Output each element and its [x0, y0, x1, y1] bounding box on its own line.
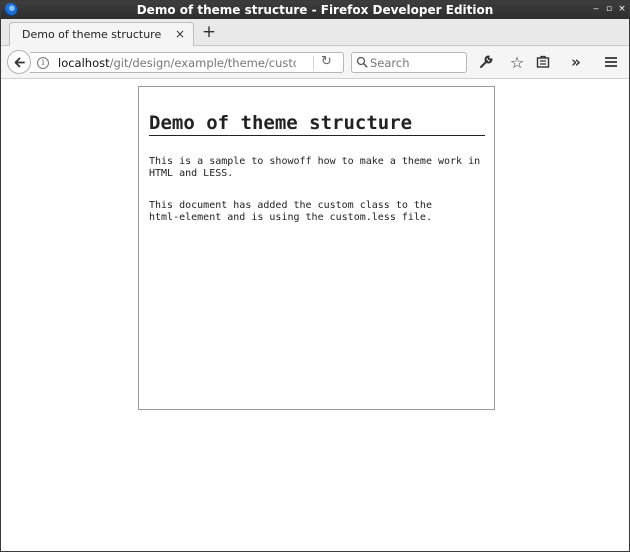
window-title: Demo of theme structure - Firefox Develo…	[136, 3, 494, 17]
maximize-button[interactable]: ▫	[604, 4, 614, 14]
document-container: Demo of theme structure This is a sample…	[138, 86, 495, 410]
back-button[interactable]	[7, 50, 31, 74]
search-bar[interactable]	[351, 52, 467, 73]
search-input[interactable]	[370, 55, 462, 70]
urlbar-separator	[313, 56, 314, 70]
page-heading: Demo of theme structure	[149, 111, 485, 136]
back-arrow-icon	[14, 57, 25, 68]
url-text[interactable]: localhost/git/design/example/theme/custo…	[58, 56, 296, 70]
info-icon[interactable]: i	[37, 57, 49, 69]
navigation-toolbar: i localhost/git/design/example/theme/cus…	[1, 46, 629, 79]
tab-label: Demo of theme structure	[22, 28, 162, 41]
url-path: /git/design/example/theme/custom	[109, 56, 296, 70]
overflow-chevron-icon[interactable]: »	[567, 54, 585, 72]
new-tab-button[interactable]: +	[200, 22, 218, 42]
tab-close-icon[interactable]: ×	[175, 27, 185, 41]
tab-active[interactable]: Demo of theme structure ×	[9, 22, 194, 47]
browser-window: Demo of theme structure - Firefox Develo…	[0, 0, 630, 552]
search-icon	[356, 56, 368, 68]
intro-paragraph: This is a sample to showoff how to make …	[149, 156, 481, 179]
wrench-icon[interactable]	[477, 54, 495, 72]
page-content: Demo of theme structure This is a sample…	[1, 79, 629, 551]
bookmark-star-icon[interactable]: ☆	[508, 54, 526, 72]
reload-icon[interactable]: ↻	[321, 54, 332, 69]
custom-class-paragraph: This document has added the custom class…	[149, 200, 432, 223]
library-icon[interactable]	[534, 54, 552, 72]
title-bar: Demo of theme structure - Firefox Develo…	[1, 1, 629, 19]
close-window-button[interactable]: ×	[617, 4, 627, 14]
hamburger-menu-icon[interactable]	[602, 54, 620, 72]
minimize-button[interactable]: ‒	[591, 4, 601, 14]
url-host: localhost	[58, 56, 110, 70]
tab-strip: Demo of theme structure × +	[1, 19, 629, 47]
url-bar[interactable]: i localhost/git/design/example/theme/cus…	[30, 52, 344, 73]
